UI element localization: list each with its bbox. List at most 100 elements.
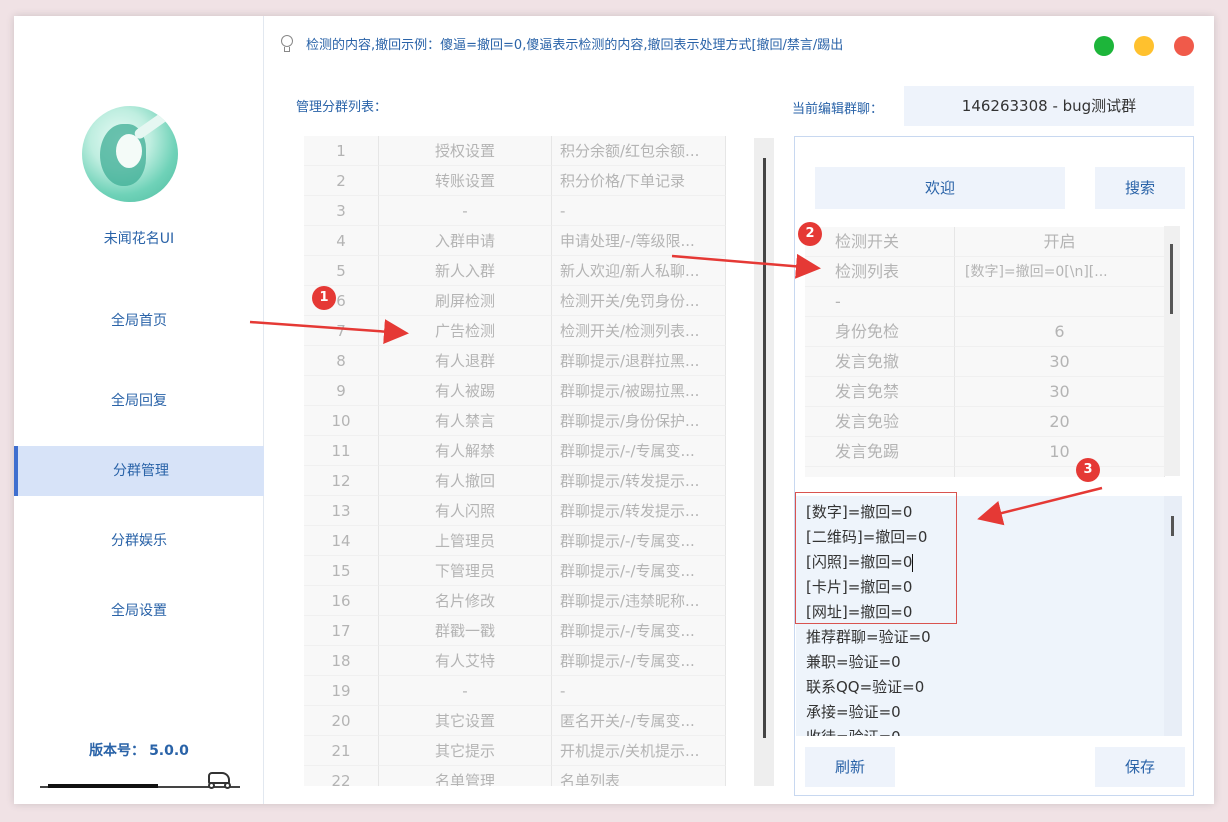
row-index: 20 <box>304 706 379 736</box>
row-summary: 群聊提示/-/专属变... <box>552 646 726 676</box>
row-name: 群戳一戳 <box>379 616 552 646</box>
maximize-button[interactable] <box>1094 36 1114 56</box>
table-row[interactable]: 20 其它设置 匿名开关/-/专属变... <box>304 706 726 736</box>
sidebar-item[interactable]: 全局设置 <box>14 586 264 636</box>
table-row[interactable]: 11 有人解禁 群聊提示/-/专属变... <box>304 436 726 466</box>
row-summary: 名单列表 <box>552 766 726 786</box>
table-row[interactable]: 15 下管理员 群聊提示/-/专属变... <box>304 556 726 586</box>
row-name: 其它设置 <box>379 706 552 736</box>
table-row[interactable]: 8 有人退群 群聊提示/退群拉黑... <box>304 346 726 376</box>
row-summary: 开机提示/关机提示... <box>552 736 726 766</box>
table-row[interactable]: 7 广告检测 检测开关/检测列表... <box>304 316 726 346</box>
close-button[interactable] <box>1174 36 1194 56</box>
row-index: 22 <box>304 766 379 786</box>
setting-row[interactable]: 发言免撤 30 <box>805 347 1165 377</box>
annotation-1: 1 <box>312 286 336 310</box>
row-index: 18 <box>304 646 379 676</box>
table-row[interactable]: 16 名片修改 群聊提示/违禁昵称... <box>304 586 726 616</box>
refresh-button[interactable]: 刷新 <box>805 747 895 787</box>
row-name: 有人禁言 <box>379 406 552 436</box>
row-index: 3 <box>304 196 379 226</box>
row-name: 下管理员 <box>379 556 552 586</box>
version-number: 5.0.0 <box>149 743 189 759</box>
setting-row[interactable]: 发言免禁 30 <box>805 377 1165 407</box>
app-window: 未闻花名UI 全局首页 全局回复 分群管理 分群娱乐 全局设置 版本号： 5.0.0 检测… <box>14 16 1214 804</box>
table-row[interactable]: 21 其它提示 开机提示/关机提示... <box>304 736 726 766</box>
group-settings-table[interactable]: 1 授权设置 积分余额/红包余额... 2 转账设置 积分价格/下单记录 3- -4 入群申请申… <box>304 136 774 786</box>
textarea-scrollbar[interactable] <box>1164 496 1182 736</box>
row-index: 21 <box>304 736 379 766</box>
row-index: 10 <box>304 406 379 436</box>
table-row[interactable]: 4 入群申请 申请处理/-/等级限... <box>304 226 726 256</box>
current-group-label: 当前编辑群聊： <box>792 102 884 117</box>
left-scrollbar[interactable] <box>754 138 774 786</box>
table-row[interactable]: 5 新人入群 新人欢迎/新人私聊... <box>304 256 726 286</box>
setting-row[interactable]: 发言免验 20 <box>805 407 1165 437</box>
save-button[interactable]: 保存 <box>1095 747 1185 787</box>
table-row[interactable]: 2 转账设置 积分价格/下单记录 <box>304 166 726 196</box>
row-summary: 群聊提示/-/专属变... <box>552 556 726 586</box>
table-row[interactable]: 19- - <box>304 676 726 706</box>
row-index: 13 <box>304 496 379 526</box>
hint-bar: 检测的内容,撤回示例：傻逼=撤回=0,傻逼表示检测的内容,撤回表示处理方式[撤回… <box>280 34 843 53</box>
row-summary: 群聊提示/转发提示... <box>552 496 726 526</box>
row-name: 上管理员 <box>379 526 552 556</box>
right-table-scrollbar[interactable] <box>1164 226 1180 476</box>
welcome-button[interactable]: 欢迎 <box>815 167 1065 209</box>
row-summary: 检测开关/免罚身份... <box>552 286 726 316</box>
row-summary: 群聊提示/违禁昵称... <box>552 586 726 616</box>
row-summary: 群聊提示/-/专属变... <box>552 436 726 466</box>
sidebar-item[interactable]: 分群娱乐 <box>14 516 264 566</box>
setting-row[interactable]: 发言免踢 10 <box>805 437 1165 467</box>
row-name: 广告检测 <box>379 316 552 346</box>
row-summary: 新人欢迎/新人私聊... <box>552 256 726 286</box>
row-index: 9 <box>304 376 379 406</box>
search-button[interactable]: 搜索 <box>1095 167 1185 209</box>
table-row[interactable]: 9 有人被踢 群聊提示/被踢拉黑... <box>304 376 726 406</box>
row-index: 12 <box>304 466 379 496</box>
table-row[interactable]: 14 上管理员 群聊提示/-/专属变... <box>304 526 726 556</box>
row-name: 有人退群 <box>379 346 552 376</box>
setting-value: 6 <box>955 317 1165 347</box>
table-row[interactable]: 1 授权设置 积分余额/红包余额... <box>304 136 726 166</box>
sidebar-item[interactable]: 分群管理 <box>14 446 264 496</box>
sidebar-item[interactable]: 全局首页 <box>14 296 264 346</box>
avatar[interactable] <box>82 106 178 202</box>
car-animation <box>40 772 240 789</box>
setting-key: 发言免撤 <box>805 347 955 377</box>
table-row[interactable]: 18 有人艾特 群聊提示/-/专属变... <box>304 646 726 676</box>
table-row[interactable]: 6 刷屏检测 检测开关/免罚身份... <box>304 286 726 316</box>
row-summary: 群聊提示/-/专属变... <box>552 526 726 556</box>
setting-row[interactable]: 身份免检 6 <box>805 317 1165 347</box>
detection-settings-table[interactable]: 检测开关 开启 检测列表 [数字]=撤回=0[\n][... - 身份免检 6 发言免撤 30 发… <box>805 227 1165 477</box>
row-index: 1 <box>304 136 379 166</box>
textarea-line: 收徒=验证=0 <box>806 725 1182 736</box>
row-name: 有人闪照 <box>379 496 552 526</box>
hint-text: 检测的内容,撤回示例：傻逼=撤回=0,傻逼表示检测的内容,撤回表示处理方式[撤回… <box>306 38 844 53</box>
table-row[interactable]: 12 有人撤回 群聊提示/转发提示... <box>304 466 726 496</box>
row-name: 名片修改 <box>379 586 552 616</box>
row-index: 5 <box>304 256 379 286</box>
setting-key <box>805 467 955 477</box>
table-row[interactable]: 3-- <box>304 196 726 226</box>
setting-row[interactable]: - <box>805 287 1165 317</box>
row-summary: 群聊提示/转发提示... <box>552 466 726 496</box>
setting-row[interactable]: 检测开关 开启 <box>805 227 1165 257</box>
row-summary: 群聊提示/-/专属变... <box>552 616 726 646</box>
setting-row[interactable]: 检测列表 [数字]=撤回=0[\n][... <box>805 257 1165 287</box>
lightbulb-icon <box>280 34 294 53</box>
minimize-button[interactable] <box>1134 36 1154 56</box>
current-group-value: 146263308 - bug测试群 <box>904 86 1194 126</box>
table-row[interactable]: 22 名单管理 名单列表 <box>304 766 726 786</box>
sidebar-item[interactable]: 全局回复 <box>14 376 264 426</box>
table-row[interactable]: 17 群戳一戳 群聊提示/-/专属变... <box>304 616 726 646</box>
row-name: 新人入群 <box>379 256 552 286</box>
row-name: 有人撤回 <box>379 466 552 496</box>
row-name: 刷屏检测 <box>379 286 552 316</box>
row-summary: 群聊提示/身份保护... <box>552 406 726 436</box>
table-row[interactable]: 13 有人闪照 群聊提示/转发提示... <box>304 496 726 526</box>
setting-row[interactable] <box>805 467 1165 477</box>
row-index: 17 <box>304 616 379 646</box>
table-row[interactable]: 10 有人禁言 群聊提示/身份保护... <box>304 406 726 436</box>
setting-key: - <box>805 287 955 317</box>
